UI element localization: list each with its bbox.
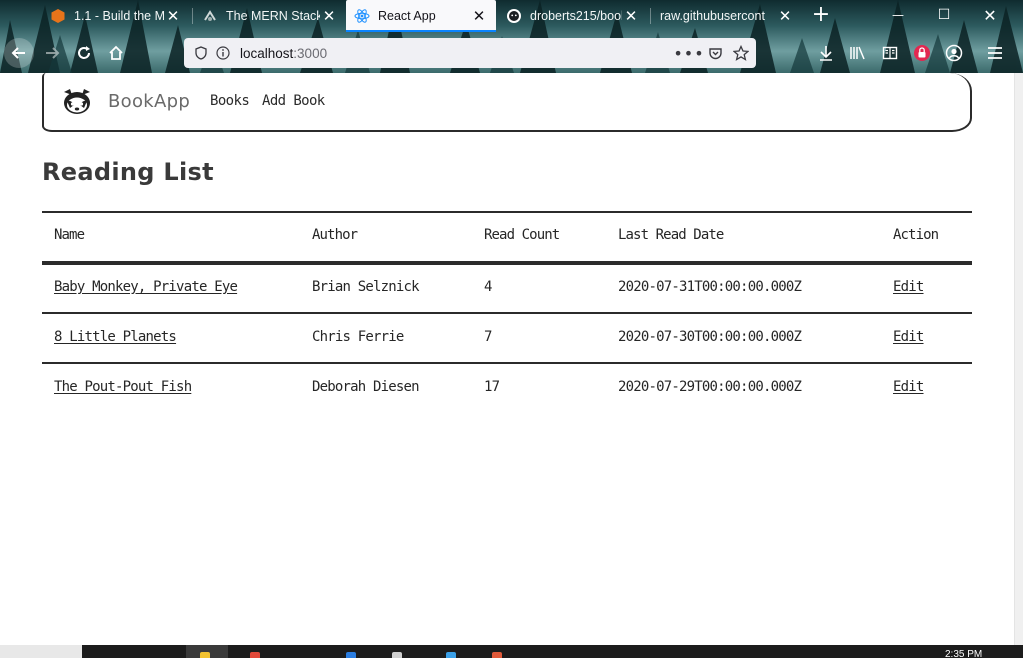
library-icon[interactable] [847,42,869,64]
book-title-link[interactable]: Baby Monkey, Private Eye [54,279,238,295]
tab-title: raw.githubusercont [660,9,765,23]
book-title-link[interactable]: 8 Little Planets [54,329,177,345]
tab-1[interactable]: 1.1 - Build the ME ✕ [42,0,190,32]
address-bar[interactable]: localhost:3000 ••• [184,38,756,68]
bookmark-star-icon[interactable] [730,42,752,64]
close-tab-icon[interactable]: ✕ [164,7,182,25]
page-actions-icon[interactable]: ••• [673,42,703,64]
downloads-icon[interactable] [815,42,837,64]
reload-icon [78,46,90,59]
book-author: Deborah Diesen [312,379,420,395]
hexagon-icon [50,8,66,24]
table-header-divider [42,261,972,265]
tab-title: React App [378,9,436,23]
tab-strip: 1.1 - Build the ME ✕ The MERN Stack ✕ Re… [0,0,1023,32]
column-header-name: Name [54,227,85,243]
os-taskbar: 2:35 PM [0,645,1023,658]
close-tab-icon[interactable]: ✕ [320,7,338,25]
account-icon[interactable] [943,42,965,64]
url-port: :3000 [293,45,328,61]
row-divider [42,312,972,314]
minimize-button[interactable]: — [875,0,921,30]
url-host: localhost [240,45,294,61]
github-icon [506,8,522,24]
browser-taskbar-icon[interactable] [250,652,260,658]
url-text[interactable]: localhost:3000 [240,46,327,61]
brand-name[interactable]: BookApp [108,91,190,112]
forward-button[interactable] [38,40,66,66]
nav-link-books[interactable]: Books [210,93,250,109]
app-taskbar-icon[interactable] [392,652,402,658]
home-icon [109,45,123,60]
tab-divider [192,8,193,24]
table-top-border [42,211,972,213]
book-last-read-date: 2020-07-31T00:00:00.000Z [618,279,802,295]
edit-link[interactable]: Edit [893,329,924,345]
reload-button[interactable] [70,40,98,66]
shield-icon[interactable] [190,42,212,64]
column-header-action: Action [893,227,939,243]
maximize-button[interactable]: ☐ [921,0,967,30]
tab-2[interactable]: The MERN Stack ✕ [194,0,346,32]
book-last-read-date: 2020-07-30T00:00:00.000Z [618,329,802,345]
book-author: Brian Selznick [312,279,420,295]
tab-title: The MERN Stack [226,9,320,23]
reader-view-icon[interactable] [879,42,901,64]
column-header-author: Author [312,227,358,243]
edit-link[interactable]: Edit [893,279,924,295]
app-taskbar-icon[interactable] [446,652,456,658]
browser-chrome: 1.1 - Build the ME ✕ The MERN Stack ✕ Re… [0,0,1023,73]
home-button[interactable] [102,40,130,66]
close-tab-icon[interactable]: ✕ [776,7,794,25]
nav-link-add-book[interactable]: Add Book [262,93,325,109]
pocket-icon[interactable] [704,42,726,64]
navigation-toolbar: localhost:3000 ••• [0,34,1023,72]
page-title: Reading List [42,158,214,186]
tab-divider [650,8,651,24]
back-arrow-icon [11,47,25,59]
tab-title: 1.1 - Build the ME [74,9,164,23]
app-taskbar-icon[interactable] [492,652,502,658]
taskbar-clock[interactable]: 2:35 PM [945,649,982,658]
app-navbar: BookApp Books Add Book [42,73,972,132]
book-author: Chris Ferrie [312,329,404,345]
back-button[interactable] [4,38,34,68]
app-taskbar-icon[interactable] [346,652,356,658]
mern-icon [202,8,218,24]
book-read-count: 4 [484,279,492,295]
hamburger-menu-icon[interactable] [984,42,1006,64]
book-read-count: 17 [484,379,500,395]
taskbar-search-area[interactable] [0,645,82,658]
tab-3[interactable]: React App ✕ [346,0,496,32]
red-panda-icon[interactable] [61,86,93,118]
forward-arrow-icon [46,47,60,59]
book-read-count: 7 [484,329,492,345]
column-header-read-count: Read Count [484,227,560,243]
tab-5[interactable]: raw.githubusercont ✕ [652,0,802,32]
book-last-read-date: 2020-07-29T00:00:00.000Z [618,379,802,395]
tab-title: droberts215/book [530,9,622,23]
address-bar-actions: ••• [673,38,752,68]
book-title-link[interactable]: The Pout-Pout Fish [54,379,192,395]
close-window-button[interactable]: ✕ [967,0,1013,30]
close-tab-icon[interactable]: ✕ [470,7,488,25]
info-icon[interactable] [212,42,234,64]
react-icon [354,8,370,24]
new-tab-button[interactable]: + [809,4,833,28]
row-divider [42,362,972,364]
column-header-last-read-date: Last Read Date [618,227,724,243]
close-tab-icon[interactable]: ✕ [622,7,640,25]
page-viewport: BookApp Books Add Book Reading List Name… [0,73,1014,645]
vertical-scrollbar[interactable] [1014,73,1023,645]
tab-4[interactable]: droberts215/book ✕ [498,0,648,32]
extension-lock-icon[interactable] [911,42,933,64]
file-explorer-taskbar-icon[interactable] [200,652,210,658]
edit-link[interactable]: Edit [893,379,924,395]
